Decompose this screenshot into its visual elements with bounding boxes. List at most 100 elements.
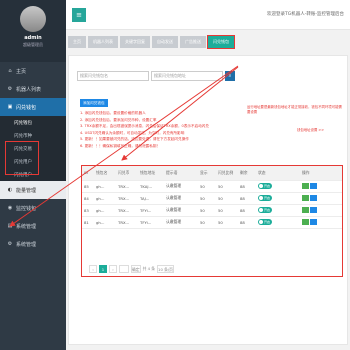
search-icon: ⌕: [228, 73, 232, 79]
goto-confirm-button[interactable]: 确定: [131, 264, 141, 273]
tab-wallet[interactable]: 闪兑钱包: [207, 35, 235, 49]
username: admin: [24, 35, 42, 41]
note-line: 3. TRX余额不足，会出现错误提示消息，闪兑后保证TRX余额，0表示不启动闪兑: [80, 124, 209, 128]
sidebar-item-system[interactable]: ▤ 系统管理: [0, 217, 66, 235]
cell-coin: TRX...: [116, 216, 138, 229]
cell-tip: 认缴管理: [164, 216, 198, 229]
status-toggle[interactable]: 开启: [258, 219, 272, 225]
prev-page-button[interactable]: ‹: [89, 264, 97, 273]
annotation-box-submenu: [5, 141, 39, 175]
notes-list: 1. 添加闪兑钱包后，要设置价格的机器人 2. 添加闪兑钱包后，要添加闪兑币种，…: [80, 110, 209, 149]
search-button[interactable]: ⌕: [225, 71, 235, 81]
tab-robots[interactable]: 机器人列表: [88, 36, 118, 48]
cell-address: TAJ...: [138, 192, 164, 205]
column-header[interactable]: 提示语: [164, 166, 198, 181]
column-header[interactable]: 状态: [256, 166, 300, 181]
table-row[interactable]: 83 gh... TRX... TFYi... 认缴管理 50 50 88 开启: [82, 204, 342, 217]
wallet-icon: ▣: [7, 104, 13, 110]
cell-address: TFYi...: [138, 216, 164, 229]
monitor-icon: ◉: [7, 205, 13, 211]
cell-actions: [300, 180, 342, 193]
welcome-text: 欢迎登录TG机器人-转账-监控管理后台: [267, 12, 344, 17]
column-header[interactable]: 闪兑比例: [216, 166, 238, 181]
status-toggle[interactable]: 开启: [258, 207, 272, 213]
top-bar: ≡ 欢迎登录TG机器人-转账-监控管理后台: [66, 0, 350, 30]
cell-status: 开启: [256, 192, 300, 205]
column-header[interactable]: 操作: [300, 166, 342, 181]
column-header[interactable]: ID: [82, 166, 94, 181]
tab-home[interactable]: 主页: [68, 36, 86, 48]
status-toggle[interactable]: 开启: [258, 183, 272, 189]
energy-icon: ◐: [7, 187, 13, 193]
cell-rate: 50: [216, 204, 238, 217]
note-line: 6. 更新！！！确保私钥填写正确，请勿泄露私钥！: [80, 143, 161, 148]
cell-tip: 认缴管理: [164, 180, 198, 193]
search-row: 搜索闪兑钱包名 搜索闪兑钱包地址 ⌕: [77, 71, 235, 81]
column-header[interactable]: 钱包名: [94, 166, 116, 181]
sidebar-item-home[interactable]: ⌂ 主页: [0, 62, 66, 80]
goto-page-input[interactable]: [119, 264, 129, 273]
tab-ad-push[interactable]: 广告推送: [180, 36, 206, 48]
cell-id: 81: [82, 216, 94, 229]
status-toggle[interactable]: 开启: [258, 195, 272, 201]
table-header-row: ID 钱包名 闪兑币 钱包地址 提示语 显示 闪兑比例 剩余 状态 操作: [82, 166, 342, 181]
cell-show: 50: [198, 204, 216, 217]
column-header[interactable]: 钱包地址: [138, 166, 164, 181]
cell-show: 50: [198, 192, 216, 205]
table-row[interactable]: 81 gh... TRX... TFYi... 认缴管理 50 50 88 开启: [82, 216, 342, 229]
add-wallet-button[interactable]: 添加闪兑钱包: [80, 99, 108, 107]
avatar[interactable]: [20, 6, 46, 32]
cell-status: 开启: [256, 180, 300, 193]
wallet-name-search-input[interactable]: 搜索闪兑钱包名: [77, 71, 149, 81]
next-page-button[interactable]: ›: [109, 264, 117, 273]
sidebar-item-wallet[interactable]: ▣ 闪兑钱包: [0, 98, 66, 116]
sidebar-item-robots[interactable]: ⚙ 机器人列表: [0, 80, 66, 98]
page-number[interactable]: 1: [99, 264, 107, 273]
delete-button[interactable]: [310, 182, 317, 189]
sidebar-item-label: 主页: [16, 68, 27, 75]
wallet-setting-link[interactable]: 钱包地址设置 >>: [297, 127, 324, 132]
cell-name: gh...: [94, 204, 116, 217]
delete-button[interactable]: [310, 206, 317, 213]
cell-show: 50: [198, 216, 216, 229]
tab-bar: 主页 机器人列表 关键字回复 自动发送 广告推送 闪兑钱包: [68, 35, 348, 49]
cell-id: 85: [82, 180, 94, 193]
cell-tip: 认缴管理: [164, 192, 198, 205]
delete-button[interactable]: [310, 194, 317, 201]
main-panel: 搜索闪兑钱包名 搜索闪兑钱包地址 ⌕ 添加闪兑钱包 1. 添加闪兑钱包后，要设置…: [68, 55, 348, 345]
cell-tip: 认缴管理: [164, 204, 198, 217]
sidebar-item-label: 闪兑钱包: [16, 104, 37, 111]
column-header[interactable]: 闪兑币: [116, 166, 138, 181]
table-row[interactable]: 84 gh... TRX... TAJ... 认缴管理 50 50 88 开启: [82, 192, 342, 205]
user-card: admin 超级管理员: [0, 0, 66, 62]
cell-remain: 88: [238, 192, 256, 205]
table-row[interactable]: 85 gh... TRX... TKAJ... 认缴管理 50 50 88 开启: [82, 180, 342, 193]
sidebar-item-label: 机器人列表: [16, 86, 42, 93]
cell-status: 开启: [256, 204, 300, 217]
app-root: admin 超级管理员 ⌂ 主页 ⚙ 机器人列表 ▣ 闪兑钱包 闪兑钱包 闪兑币…: [0, 0, 350, 350]
cell-name: gh...: [94, 216, 116, 229]
cell-status: 开启: [256, 216, 300, 229]
sidebar-item-monitor[interactable]: ◉ 监控钱包: [0, 199, 66, 217]
cell-name: gh...: [94, 192, 116, 205]
sidebar-item-energy[interactable]: ◐ 能量管理: [0, 181, 66, 199]
sidebar-subitem-wallet[interactable]: 闪兑钱包: [0, 116, 66, 129]
edit-button[interactable]: [302, 182, 309, 189]
column-header[interactable]: 剩余: [238, 166, 256, 181]
sidebar-item-settings[interactable]: ⚙ 系统管理: [0, 235, 66, 253]
right-note: 运行地址要是最新钱包地址才能正常接收，钱包不同环境可能需要设置: [247, 105, 342, 114]
tab-auto-send[interactable]: 自动发送: [152, 36, 178, 48]
page-size-select[interactable]: 10 条/页: [157, 264, 174, 273]
cell-address: TKAJ...: [138, 180, 164, 193]
cell-show: 50: [198, 180, 216, 193]
wallet-address-search-input[interactable]: 搜索闪兑钱包地址: [151, 71, 223, 81]
column-header[interactable]: 显示: [198, 166, 216, 181]
cell-remain: 88: [238, 180, 256, 193]
menu-toggle-button[interactable]: ≡: [72, 8, 86, 22]
edit-button[interactable]: [302, 206, 309, 213]
delete-button[interactable]: [310, 218, 317, 225]
cell-rate: 50: [216, 180, 238, 193]
edit-button[interactable]: [302, 218, 309, 225]
edit-button[interactable]: [302, 194, 309, 201]
tab-keyword-reply[interactable]: 关键字回复: [120, 36, 150, 48]
